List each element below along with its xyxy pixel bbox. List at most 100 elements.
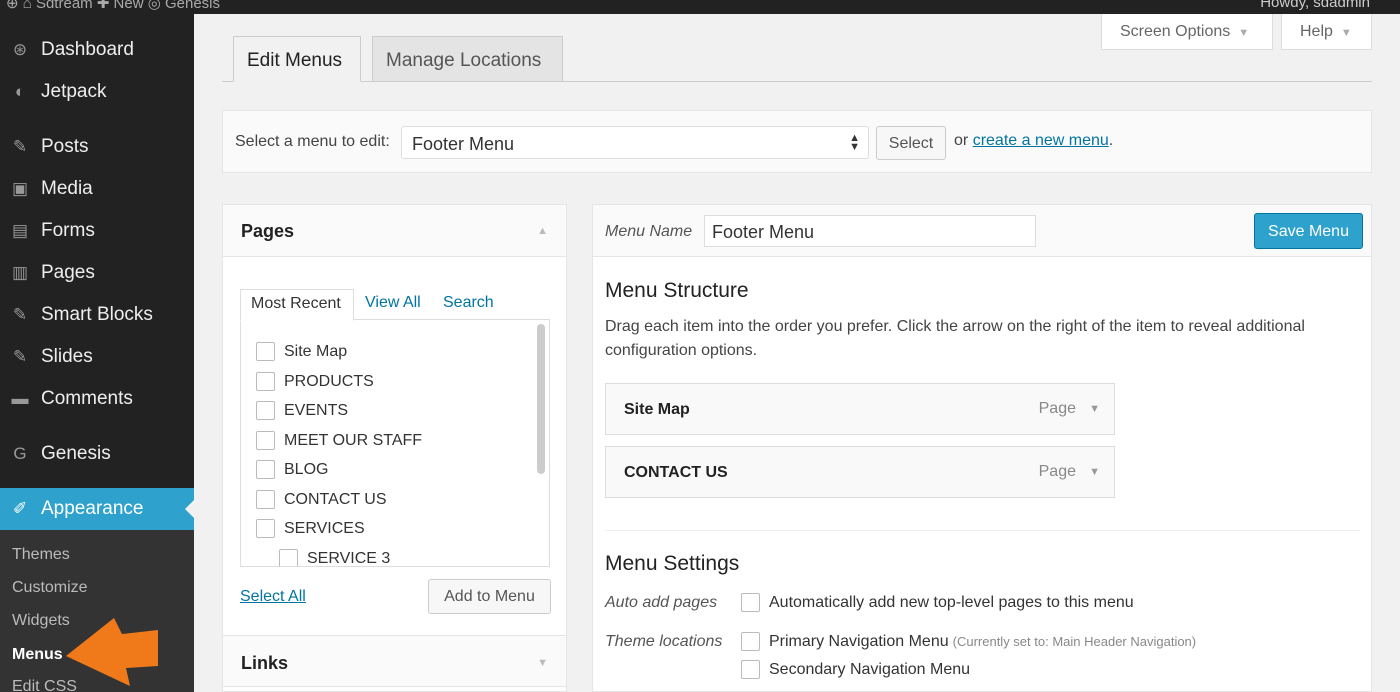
page-checkbox[interactable] xyxy=(256,372,275,391)
page-checkbox[interactable] xyxy=(256,342,275,361)
sidebar-item-dashboard[interactable]: ⊛ Dashboard xyxy=(0,30,194,70)
tab-view-all[interactable]: View All xyxy=(365,294,421,312)
page-checkbox[interactable] xyxy=(256,519,275,538)
page-checkbox[interactable] xyxy=(256,401,275,420)
appearance-icon: ✐ xyxy=(12,499,28,518)
sidebar-item-jetpack[interactable]: ◐ Jetpack xyxy=(0,72,194,112)
comments-icon: ▬ xyxy=(11,389,29,408)
pointer-arrow-icon xyxy=(66,618,158,686)
primary-nav-option[interactable]: Primary Navigation Menu (Currently set to… xyxy=(741,632,1196,651)
expand-down-icon[interactable]: ▼ xyxy=(537,657,548,669)
screen-options-button[interactable]: Screen Options ▼ xyxy=(1101,14,1273,50)
caret-down-icon: ▼ xyxy=(1238,27,1250,39)
select-arrows-icon: ▲ ▼ xyxy=(849,132,860,153)
pin-icon: ✎ xyxy=(12,305,28,324)
list-item[interactable]: CONTACT US xyxy=(256,490,387,509)
tab-most-recent[interactable]: Most Recent xyxy=(240,289,354,321)
page-checkbox[interactable] xyxy=(256,460,275,479)
tab-search[interactable]: Search xyxy=(443,294,494,312)
sidebar-item-label: Media xyxy=(41,178,93,199)
secondary-nav-option[interactable]: Secondary Navigation Menu xyxy=(741,660,970,679)
menu-name-input[interactable]: Footer Menu xyxy=(704,215,1036,247)
sidebar-item-genesis[interactable]: G Genesis xyxy=(0,434,194,474)
sidebar-item-label: Genesis xyxy=(41,443,111,464)
genesis-icon: G xyxy=(13,444,27,463)
list-item[interactable]: SERVICE 3 xyxy=(279,549,390,566)
select-button[interactable]: Select xyxy=(876,126,946,160)
sidebar-item-label: Smart Blocks xyxy=(41,304,153,325)
pages-panel-header[interactable]: Pages ▲ xyxy=(223,205,566,257)
sidebar-item-comments[interactable]: ▬ Comments xyxy=(0,379,194,419)
submenu-themes[interactable]: Themes xyxy=(12,546,70,564)
menu-item[interactable]: Site Map Page ▼ xyxy=(605,383,1115,435)
auto-add-option[interactable]: Automatically add new top-level pages to… xyxy=(741,593,1134,612)
menu-edit-panel: Menu Name Footer Menu Save Menu Menu Str… xyxy=(592,204,1372,692)
page-checkbox[interactable] xyxy=(256,490,275,509)
tab-manage-locations[interactable]: Manage Locations xyxy=(372,36,563,82)
help-button[interactable]: Help ▼ xyxy=(1281,14,1372,50)
select-menu-label: Select a menu to edit: xyxy=(235,133,390,150)
pin-icon: ✎ xyxy=(12,347,28,366)
collapse-up-icon[interactable]: ▲ xyxy=(537,225,548,237)
pages-checklist: Site Map PRODUCTS EVENTS MEET OUR STAFF … xyxy=(240,319,550,567)
page-checkbox[interactable] xyxy=(279,549,298,566)
secondary-nav-checkbox[interactable] xyxy=(741,660,760,679)
page-checkbox[interactable] xyxy=(256,431,275,450)
sidebar-item-forms[interactable]: ▤ Forms xyxy=(0,211,194,251)
menu-select-value: Footer Menu xyxy=(412,134,515,154)
add-to-menu-button[interactable]: Add to Menu xyxy=(428,579,551,614)
links-panel-header[interactable]: Links ▼ xyxy=(223,635,566,687)
select-all-link[interactable]: Select All xyxy=(240,588,306,606)
save-menu-button[interactable]: Save Menu xyxy=(1254,213,1363,249)
pages-panel-title: Pages xyxy=(241,221,295,241)
dashboard-icon: ⊛ xyxy=(12,40,28,59)
auto-add-checkbox[interactable] xyxy=(741,593,760,612)
sidebar-item-slides[interactable]: ✎ Slides xyxy=(0,337,194,377)
create-new-menu-link[interactable]: create a new menu xyxy=(973,132,1109,149)
sidebar-item-label: Dashboard xyxy=(41,39,134,60)
sidebar-item-label: Pages xyxy=(41,262,95,283)
scrollbar[interactable] xyxy=(537,324,545,474)
list-item[interactable]: MEET OUR STAFF xyxy=(256,431,422,450)
menu-item-type: Page xyxy=(1038,400,1076,417)
list-item[interactable]: EVENTS xyxy=(256,401,348,420)
sidebar-item-label: Forms xyxy=(41,220,95,241)
page-label: MEET OUR STAFF xyxy=(284,431,423,449)
submenu-customize[interactable]: Customize xyxy=(12,579,88,597)
sidebar-item-label: Posts xyxy=(41,136,89,157)
pages-icon: ▥ xyxy=(11,263,29,282)
period: . xyxy=(1108,132,1114,149)
expand-arrow-icon[interactable]: ▼ xyxy=(1089,466,1100,478)
list-item[interactable]: Site Map xyxy=(256,342,347,361)
list-item[interactable]: BLOG xyxy=(256,460,328,479)
primary-nav-checkbox[interactable] xyxy=(741,632,760,651)
list-item[interactable]: PRODUCTS xyxy=(256,372,374,391)
menu-item[interactable]: CONTACT US Page ▼ xyxy=(605,446,1115,498)
admin-bar-left[interactable]: ⊕ ⌂ Sdtream ✚ New ◎ Genesis xyxy=(6,0,220,12)
select-menu-bar: Select a menu to edit: Footer Menu ▲ ▼ Se… xyxy=(222,110,1372,173)
menu-settings-title: Menu Settings xyxy=(605,552,740,575)
sidebar-item-label: Comments xyxy=(41,388,133,409)
page-label: PRODUCTS xyxy=(284,372,374,390)
sidebar-item-smart-blocks[interactable]: ✎ Smart Blocks xyxy=(0,295,194,335)
sidebar-item-media[interactable]: ▣ Media xyxy=(0,169,194,209)
submenu-menus[interactable]: Menus xyxy=(12,646,63,664)
page-label: Site Map xyxy=(284,342,348,360)
menu-structure-description: Drag each item into the order you prefer… xyxy=(605,318,1305,359)
media-icon: ▣ xyxy=(11,179,29,198)
expand-arrow-icon[interactable]: ▼ xyxy=(1089,403,1100,415)
menu-name-label: Menu Name xyxy=(605,223,693,240)
menu-select-dropdown[interactable]: Footer Menu ▲ ▼ xyxy=(401,126,869,159)
menu-item-title: Site Map xyxy=(624,401,690,418)
admin-bar-account[interactable]: Howdy, sdadmin xyxy=(1260,0,1370,11)
active-indicator xyxy=(185,500,194,518)
sidebar-item-pages[interactable]: ▥ Pages xyxy=(0,253,194,293)
tab-edit-menus[interactable]: Edit Menus xyxy=(233,36,361,82)
list-item[interactable]: SERVICES xyxy=(256,519,365,538)
jetpack-icon: ◐ xyxy=(14,82,26,101)
help-label: Help xyxy=(1300,23,1333,40)
primary-nav-note: (Currently set to: Main Header Navigatio… xyxy=(952,634,1197,649)
sidebar-item-appearance[interactable]: ✐ Appearance xyxy=(0,488,194,530)
page-label: EVENTS xyxy=(284,401,349,419)
sidebar-item-posts[interactable]: ✎ Posts xyxy=(0,127,194,167)
